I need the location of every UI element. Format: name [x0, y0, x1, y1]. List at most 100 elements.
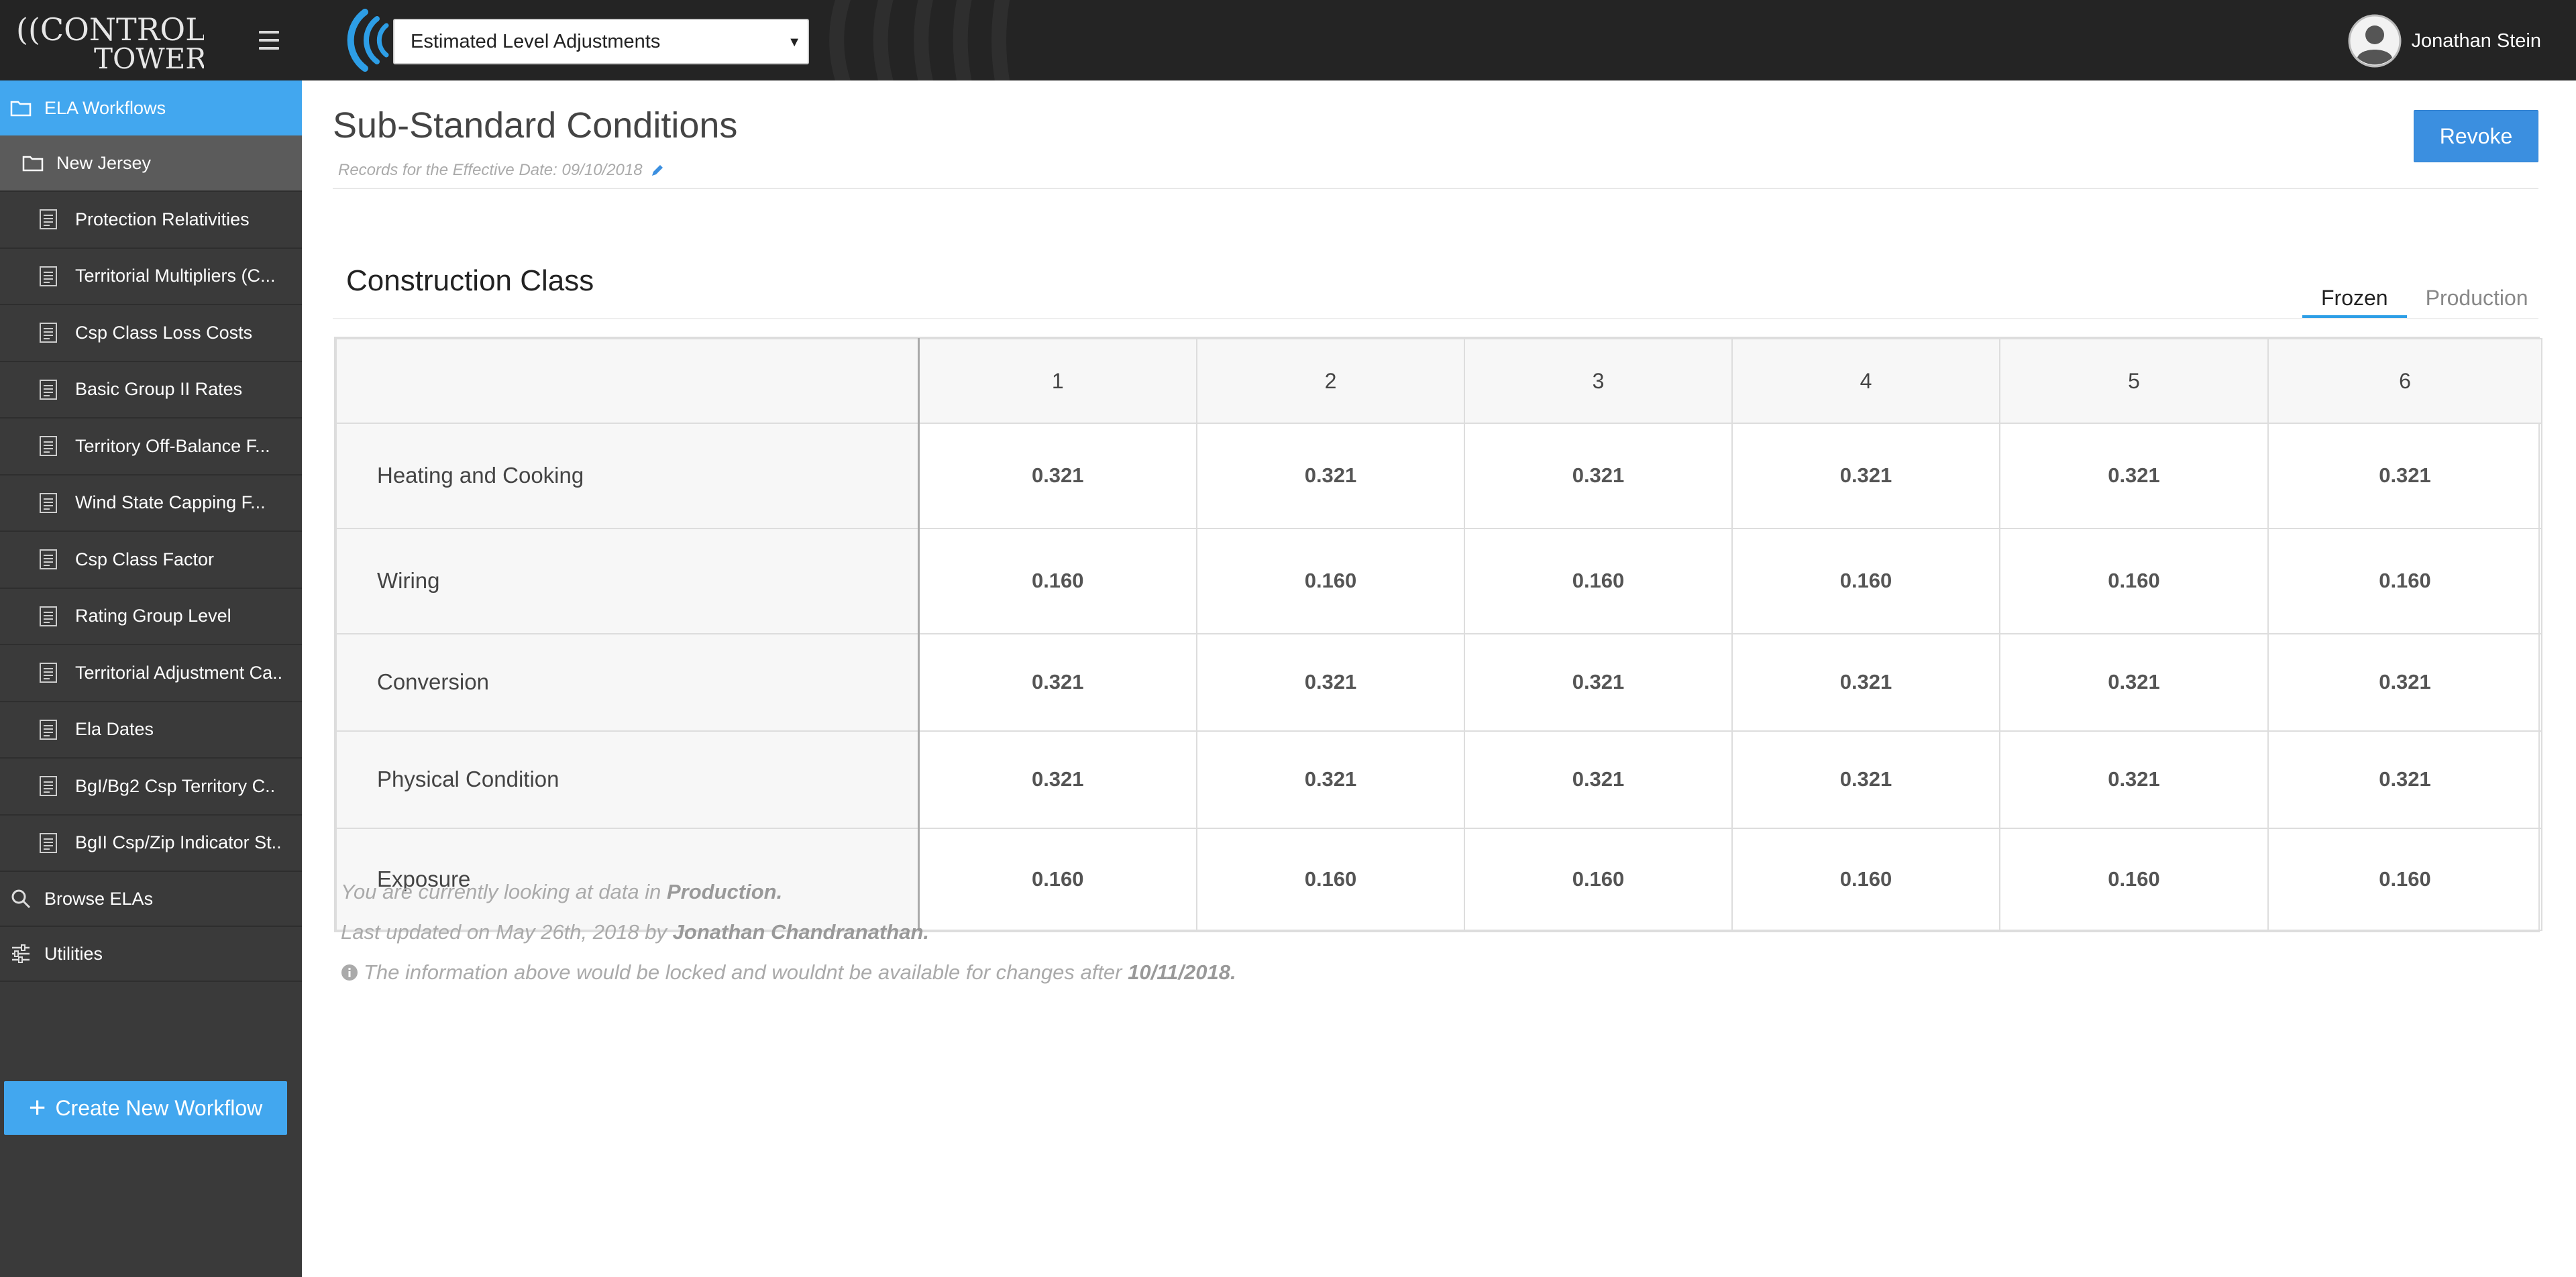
sidebar-item-browse-elas[interactable]: Browse ELAs — [0, 872, 302, 927]
table-cell[interactable]: 0.321 — [1196, 423, 1465, 529]
sidebar-item-label: ELA Workflows — [44, 97, 166, 118]
signal-icon — [347, 9, 389, 72]
note-emphasis: Jonathan Chandranathan. — [672, 920, 930, 944]
table-cell[interactable]: 0.160 — [1999, 827, 2269, 932]
user-menu[interactable]: Jonathan Stein — [2347, 13, 2541, 68]
column-header: 6 — [2267, 338, 2542, 424]
document-icon — [40, 606, 57, 626]
tab-frozen[interactable]: Frozen — [2302, 268, 2407, 319]
menu-toggle-icon[interactable] — [259, 31, 279, 50]
construction-class-table: 1 2 3 4 5 6 Heating and Cooking 0.321 0.… — [334, 337, 2542, 932]
table-cell[interactable]: 0.321 — [1196, 632, 1465, 732]
sidebar-item-territorial-adjustment[interactable]: Territorial Adjustment Ca.. — [0, 645, 302, 702]
table-cell[interactable]: 0.321 — [1999, 730, 2269, 829]
revoke-button[interactable]: Revoke — [2414, 110, 2538, 162]
table-row: Wiring 0.160 0.160 0.160 0.160 0.160 0.1… — [335, 527, 2542, 634]
column-header: 1 — [918, 338, 1197, 424]
sidebar-item-ela-dates[interactable]: Ela Dates — [0, 702, 302, 759]
sidebar-item-wind-state-capping[interactable]: Wind State Capping F... — [0, 476, 302, 532]
table-cell[interactable]: 0.321 — [1731, 730, 2000, 829]
folder-icon — [22, 156, 44, 172]
sidebar-item-label: Utilities — [44, 943, 103, 964]
chevron-down-icon: ▼ — [788, 35, 801, 50]
data-source-tabs: Frozen Production — [2302, 268, 2547, 319]
table-corner-cell — [335, 338, 920, 424]
sidebar-item-label: Rating Group Level — [75, 606, 231, 626]
sidebar-item-basic-group-ii-rates[interactable]: Basic Group II Rates — [0, 362, 302, 419]
sidebar-item-label: New Jersey — [56, 152, 152, 173]
info-icon — [341, 964, 358, 981]
table-cell[interactable]: 0.160 — [918, 527, 1197, 634]
sidebar-item-csp-class-factor[interactable]: Csp Class Factor — [0, 532, 302, 589]
sidebar-item-label: Browse ELAs — [44, 888, 154, 909]
edit-pencil-icon[interactable] — [649, 162, 665, 178]
divider — [333, 188, 2538, 189]
document-icon — [40, 663, 57, 683]
table-row: Physical Condition 0.321 0.321 0.321 0.3… — [335, 730, 2542, 829]
sidebar-item-label: BgII Csp/Zip Indicator St.. — [75, 832, 282, 853]
table-cell[interactable]: 0.160 — [1196, 527, 1465, 634]
column-header: 2 — [1196, 338, 1465, 424]
sidebar-item-csp-class-loss-costs[interactable]: Csp Class Loss Costs — [0, 305, 302, 362]
table-cell[interactable]: 0.321 — [918, 423, 1197, 529]
table-cell[interactable]: 0.160 — [1731, 527, 2000, 634]
sidebar-item-label: Territorial Multipliers (C... — [75, 266, 276, 286]
table-cell[interactable]: 0.321 — [2267, 423, 2542, 529]
table-cell[interactable]: 0.321 — [1464, 632, 1733, 732]
last-updated-note: Last updated on May 26th, 2018 by Jonath… — [341, 912, 1236, 952]
sidebar-item-bgi-bg2-csp-territory[interactable]: BgI/Bg2 Csp Territory C.. — [0, 759, 302, 816]
tab-production[interactable]: Production — [2407, 268, 2547, 319]
table-cell[interactable]: 0.321 — [1196, 730, 1465, 829]
table-cell[interactable]: 0.160 — [1196, 827, 1465, 932]
sidebar-item-ela-workflows[interactable]: ELA Workflows — [0, 80, 302, 135]
user-avatar-icon — [2348, 14, 2402, 68]
sidebar-item-territory-off-balance[interactable]: Territory Off-Balance F... — [0, 419, 302, 476]
table-cell[interactable]: 0.321 — [1999, 632, 2269, 732]
table-cell[interactable]: 0.321 — [1999, 423, 2269, 529]
records-effective-date: Records for the Effective Date: 09/10/20… — [338, 161, 665, 180]
table-cell[interactable]: 0.321 — [1464, 730, 1733, 829]
document-icon — [40, 379, 57, 400]
sidebar-item-utilities[interactable]: Utilities — [0, 927, 302, 982]
create-new-workflow-button[interactable]: + Create New Workflow — [4, 1081, 287, 1135]
table-cell[interactable]: 0.321 — [2267, 632, 2542, 732]
sidebar-item-rating-group-level[interactable]: Rating Group Level — [0, 589, 302, 645]
status-notes: You are currently looking at data in Pro… — [341, 872, 1236, 993]
sidebar-item-new-jersey[interactable]: New Jersey — [0, 135, 302, 192]
table-cell[interactable]: 0.321 — [918, 730, 1197, 829]
table-cell[interactable]: 0.160 — [1999, 527, 2269, 634]
plus-icon: + — [28, 1091, 46, 1124]
document-icon — [40, 549, 57, 570]
table-cell[interactable]: 0.160 — [1464, 827, 1733, 932]
row-label: Wiring — [335, 527, 920, 634]
workflow-type-value: Estimated Level Adjustments — [411, 30, 661, 52]
sidebar-item-territorial-multipliers[interactable]: Territorial Multipliers (C... — [0, 249, 302, 305]
sliders-icon — [12, 944, 30, 963]
sidebar-item-label: Wind State Capping F... — [75, 492, 266, 513]
note-emphasis: 10/11/2018. — [1128, 960, 1236, 984]
document-icon — [40, 776, 57, 797]
user-name: Jonathan Stein — [2411, 30, 2541, 52]
records-effective-date-text: Records for the Effective Date: 09/10/20… — [338, 161, 643, 179]
column-header: 3 — [1464, 338, 1733, 424]
note-text: Last updated on May 26th, 2018 by — [341, 920, 667, 944]
document-icon — [40, 209, 57, 230]
table-cell[interactable]: 0.321 — [1731, 423, 2000, 529]
table-cell[interactable]: 0.160 — [1731, 827, 2000, 932]
signal-waves-background — [829, 0, 1010, 80]
control-tower-logo[interactable]: ((CONTROL TOWER — [16, 9, 207, 75]
table-cell[interactable]: 0.160 — [1464, 527, 1733, 634]
top-bar: ((CONTROL TOWER Estimated Level Adjustme… — [0, 0, 2576, 80]
table-cell[interactable]: 0.160 — [2267, 527, 2542, 634]
table-cell[interactable]: 0.160 — [2267, 827, 2542, 932]
sidebar-item-bgii-csp-zip-indicator[interactable]: BgII Csp/Zip Indicator St.. — [0, 816, 302, 872]
sidebar-item-protection-relativities[interactable]: Protection Relativities — [0, 192, 302, 249]
table-cell[interactable]: 0.321 — [2267, 730, 2542, 829]
table-header-row: 1 2 3 4 5 6 — [335, 338, 2542, 424]
folder-icon — [10, 101, 32, 117]
table-cell[interactable]: 0.321 — [918, 632, 1197, 732]
table-cell[interactable]: 0.321 — [1731, 632, 2000, 732]
table-cell[interactable]: 0.321 — [1464, 423, 1733, 529]
workflow-type-select[interactable]: Estimated Level Adjustments ▼ — [393, 19, 809, 64]
search-icon — [11, 889, 31, 909]
